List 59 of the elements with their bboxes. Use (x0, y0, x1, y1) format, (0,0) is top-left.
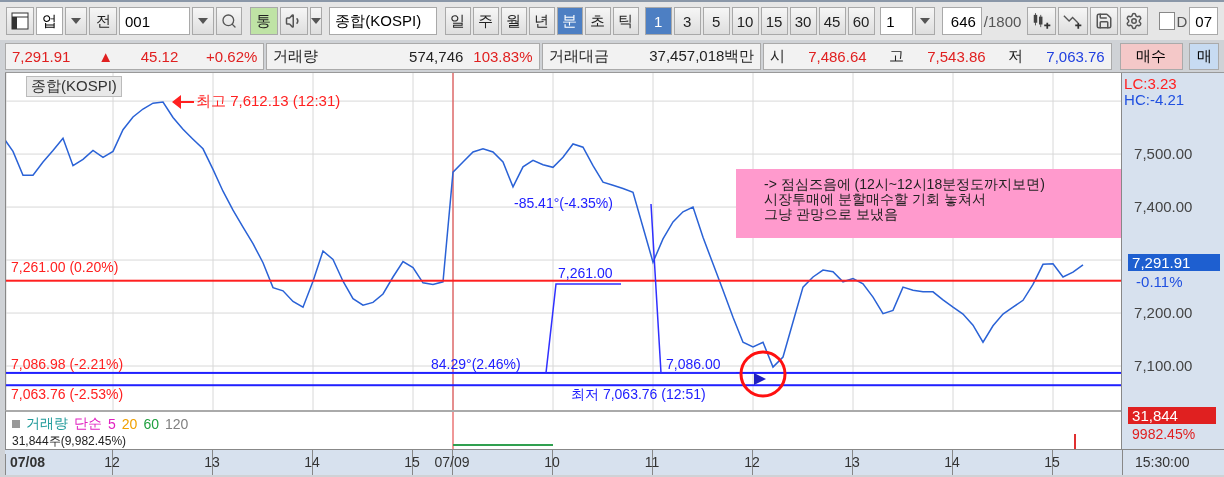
axis-label: 7,200.00 (1134, 304, 1193, 322)
legend-label: 단순 (74, 415, 102, 433)
time-label: 11 (643, 454, 661, 470)
legend-label: 60 (143, 416, 159, 432)
hc-label: HC:-4.21 (1124, 91, 1185, 108)
axis-change: -0.11% (1136, 273, 1183, 291)
time-label: 12 (743, 454, 761, 470)
time-label: 15 (403, 454, 421, 470)
current-time: 15:30:00 (1122, 450, 1224, 475)
checkbox-label: D (1176, 12, 1188, 30)
legend-label: 5 (108, 416, 116, 432)
bars-total: /1800 (983, 12, 1022, 30)
level-annotation: 7,086.00 (666, 356, 721, 372)
lc-label: LC:3.23 (1124, 75, 1177, 92)
level-annotation: 7,261.00 (558, 265, 613, 281)
legend-label: 20 (121, 416, 138, 432)
note-text: 시장투매에 분할매수할 기회 놓쳐서 (764, 192, 986, 207)
note-text: 그냥 관망으로 보냈음 (764, 207, 899, 222)
open-label: 시 (770, 46, 786, 66)
amount-value: 37,457,018백만 (649, 46, 755, 66)
volume-reading: 31,844주(9,982.45%) (12, 433, 127, 450)
high-annotation: 최고 7,612.13 (12:31) (196, 92, 341, 111)
amount-label: 거래대금 (548, 46, 609, 66)
time-label: 12 (103, 454, 121, 470)
price-line-label: 7,063.76 (-2.53%) (11, 386, 124, 402)
volume-rate-label: 9982.45% (1132, 426, 1196, 442)
time-label: 13 (203, 454, 221, 470)
axis-label: 7,500.00 (1134, 145, 1193, 163)
legend-label: 거래량 (26, 415, 68, 433)
price-badge: 7,291.91 (1128, 254, 1221, 272)
volume-rate: 103.83% (473, 47, 533, 65)
volume-value: 574,746 (409, 47, 464, 65)
low-annotation: 최저 7,063.76 (12:51) (571, 386, 706, 404)
up-arrow-icon: ▲ (98, 47, 113, 65)
volume-label: 거래량 (273, 46, 319, 66)
time-label: 14 (943, 454, 961, 470)
high-value: 7,543.86 (927, 47, 986, 65)
volume-badge: 31,844 (1128, 407, 1217, 424)
angle-annotation: 84.29°(2.46%) (431, 356, 521, 372)
time-label: 07/08 (5, 454, 46, 475)
low-label: 저 (1008, 46, 1024, 66)
axis-label: 7,100.00 (1134, 357, 1193, 374)
axis-label: 7,400.00 (1134, 198, 1193, 216)
time-label: 15 (1043, 454, 1061, 470)
current-price: 7,291.91 (12, 47, 71, 65)
price-change: 45.12 (140, 47, 179, 65)
low-value: 7,063.76 (1046, 47, 1105, 65)
angle-annotation: -85.41°(-4.35%) (514, 195, 613, 211)
open-value: 7,486.64 (808, 47, 867, 65)
high-label: 고 (889, 46, 905, 66)
note-text: -> 점심즈음에 (12시~12시18분정도까지보면) (764, 177, 1046, 192)
time-label: 14 (303, 454, 321, 470)
price-line-label: 7,261.00 (0.20%) (11, 259, 119, 275)
time-label: 13 (843, 454, 861, 470)
time-label: 07/09 (433, 454, 471, 470)
price-line-label: 7,086.98 (-2.21%) (11, 356, 124, 372)
time-label: 10 (543, 454, 561, 470)
legend-label: 120 (164, 416, 189, 432)
change-rate: +0.62% (206, 47, 258, 65)
